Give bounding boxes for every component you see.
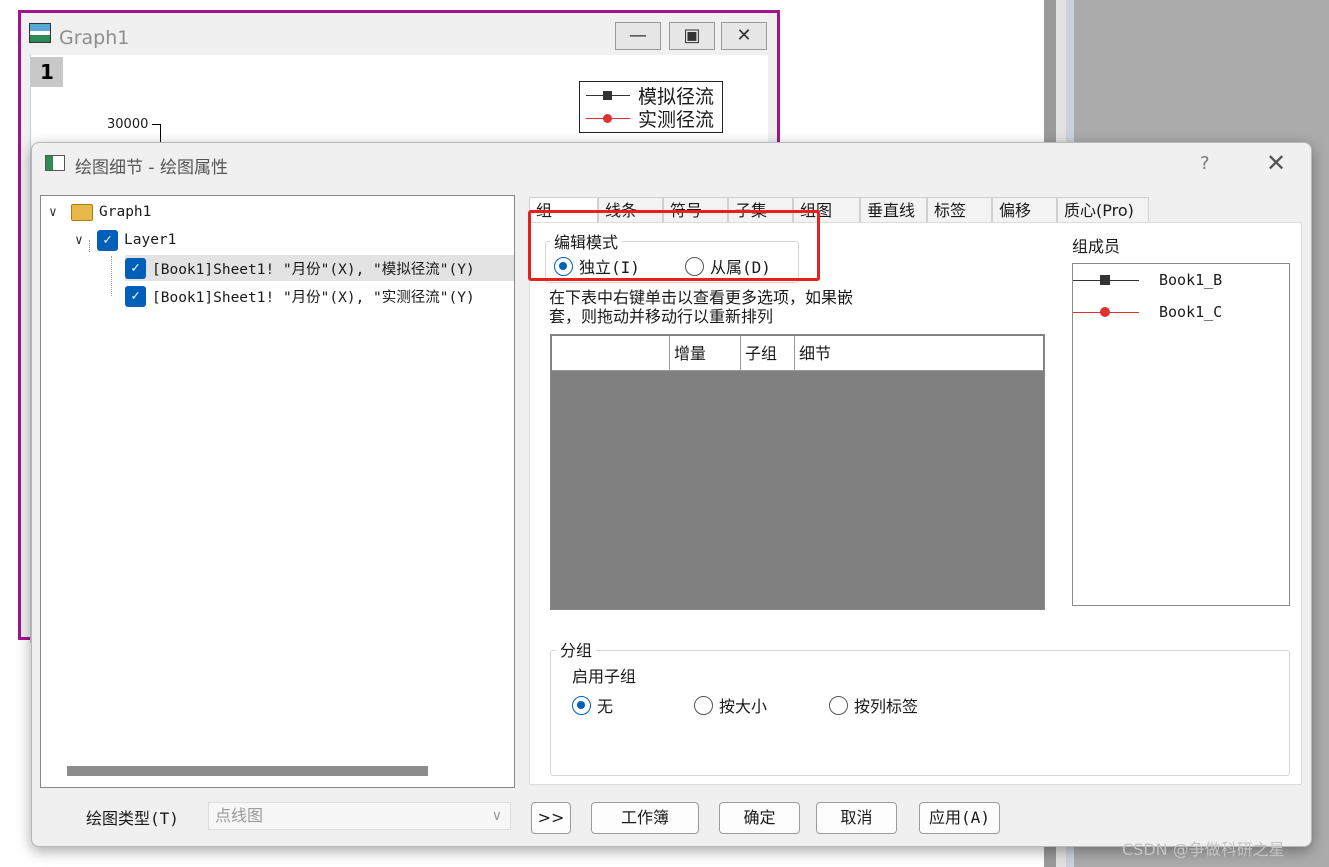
minimize-button[interactable]: — <box>615 22 661 50</box>
edit-mode-highlight <box>528 210 820 281</box>
subgroup-label: 启用子组 <box>572 667 637 686</box>
tree-node-label: [Book1]Sheet1! "月份"(X), "模拟径流"(Y) <box>152 261 475 278</box>
radio-label: 按列标签 <box>854 697 919 716</box>
tab-drop-lines[interactable]: 垂直线 <box>860 197 927 223</box>
members-list[interactable]: Book1_B Book1_C <box>1072 263 1290 606</box>
tree-node-graph[interactable]: ∨ Graph1 <box>49 199 151 225</box>
radio-icon[interactable] <box>694 695 713 715</box>
maximize-button[interactable]: ▣ <box>669 22 715 50</box>
legend-line-square <box>586 90 630 100</box>
y-axis-tick-label: 30000 <box>107 117 149 132</box>
close-button[interactable]: ✕ <box>721 22 767 50</box>
tree-node-label: Layer1 <box>124 232 177 248</box>
chevron-down-icon: ∨ <box>491 808 502 824</box>
chevron-down-icon[interactable]: ∨ <box>75 233 89 248</box>
subgroup-column-label-radio[interactable]: 按列标签 <box>829 693 918 717</box>
tree-connector <box>111 256 112 296</box>
member-item[interactable]: Book1_B <box>1073 268 1222 292</box>
member-label: Book1_B <box>1159 271 1223 289</box>
expand-button[interactable]: >> <box>531 802 571 834</box>
plot-type-select[interactable]: 点线图 ∨ <box>208 802 511 830</box>
legend-line-circle <box>586 113 630 123</box>
tree-node-plot[interactable]: ✓ [Book1]Sheet1! "月份"(X), "实测径流"(Y) <box>125 283 475 309</box>
member-item[interactable]: Book1_C <box>1073 300 1222 324</box>
chevron-down-icon[interactable]: ∨ <box>49 205 63 220</box>
plot-details-dialog: 绘图细节 - 绘图属性 ? ✕ ∨ Graph1 ∨ ✓ Layer1 ✓ [B… <box>31 142 1312 847</box>
radio-selected-icon[interactable] <box>572 695 591 715</box>
tree-node-plot[interactable]: ✓ [Book1]Sheet1! "月份"(X), "模拟径流"(Y) <box>125 255 514 281</box>
layer-badge[interactable]: 1 <box>31 57 63 87</box>
apply-button[interactable]: 应用(A) <box>919 802 1000 834</box>
subgroup-none-radio[interactable]: 无 <box>572 693 613 717</box>
tree-node-label: [Book1]Sheet1! "月份"(X), "实测径流"(Y) <box>152 289 475 306</box>
checkbox-icon[interactable]: ✓ <box>125 257 146 279</box>
dialog-close-icon[interactable]: ✕ <box>1266 149 1286 177</box>
member-label: Book1_C <box>1159 303 1223 321</box>
tab-offset[interactable]: 偏移 <box>992 197 1057 223</box>
radio-icon[interactable] <box>829 695 848 715</box>
table-header-cell[interactable] <box>552 336 670 371</box>
instructions-text: 在下表中右键单击以查看更多选项，如果嵌套，则拖动并移动行以重新排列 <box>549 288 854 326</box>
plot-tree[interactable]: ∨ Graph1 ∨ ✓ Layer1 ✓ [Book1]Sheet1! "月份… <box>40 195 515 788</box>
legend-item: 模拟径流 <box>586 84 714 108</box>
help-icon[interactable]: ? <box>1200 153 1210 174</box>
dialog-icon <box>45 155 65 171</box>
grouping-group <box>550 650 1290 776</box>
subgroup-size-radio[interactable]: 按大小 <box>694 693 767 717</box>
legend-item: 实测径流 <box>586 107 715 131</box>
table-header-cell[interactable]: 细节 <box>795 336 1043 371</box>
members-title: 组成员 <box>1072 237 1121 256</box>
graph-window-icon <box>29 23 51 43</box>
table-header-cell[interactable]: 子组 <box>741 336 795 371</box>
grouping-title: 分组 <box>556 637 597 661</box>
member-line-square <box>1073 274 1139 285</box>
checkbox-icon[interactable]: ✓ <box>125 285 146 307</box>
watermark: CSDN @争做科研之星 <box>1122 840 1285 859</box>
legend-label: 实测径流 <box>638 108 715 131</box>
group-table[interactable]: 增量 子组 细节 <box>550 334 1045 610</box>
table-header-cell[interactable]: 增量 <box>670 336 741 371</box>
tree-node-layer[interactable]: ∨ ✓ Layer1 <box>75 227 176 253</box>
horizontal-scrollbar[interactable] <box>67 766 428 776</box>
radio-label: 无 <box>597 697 614 716</box>
radio-label: 按大小 <box>719 697 768 716</box>
member-line-circle <box>1073 306 1139 317</box>
ok-button[interactable]: 确定 <box>719 802 800 834</box>
tab-label[interactable]: 标签 <box>927 197 992 223</box>
tree-node-label: Graph1 <box>99 204 152 220</box>
folder-icon <box>71 203 93 221</box>
graph-window-title: Graph1 <box>59 27 130 49</box>
table-header: 增量 子组 细节 <box>552 336 1043 371</box>
plot-type-label: 绘图类型(T) <box>86 809 179 828</box>
tab-centroid[interactable]: 质心(Pro) <box>1057 197 1149 223</box>
plot-type-value: 点线图 <box>215 806 264 825</box>
workbook-button[interactable]: 工作簿 <box>591 802 699 834</box>
cancel-button[interactable]: 取消 <box>816 802 897 834</box>
graph-legend[interactable]: 模拟径流 实测径流 <box>579 81 723 133</box>
checkbox-icon[interactable]: ✓ <box>97 229 118 251</box>
dialog-title: 绘图细节 - 绘图属性 <box>75 158 228 178</box>
